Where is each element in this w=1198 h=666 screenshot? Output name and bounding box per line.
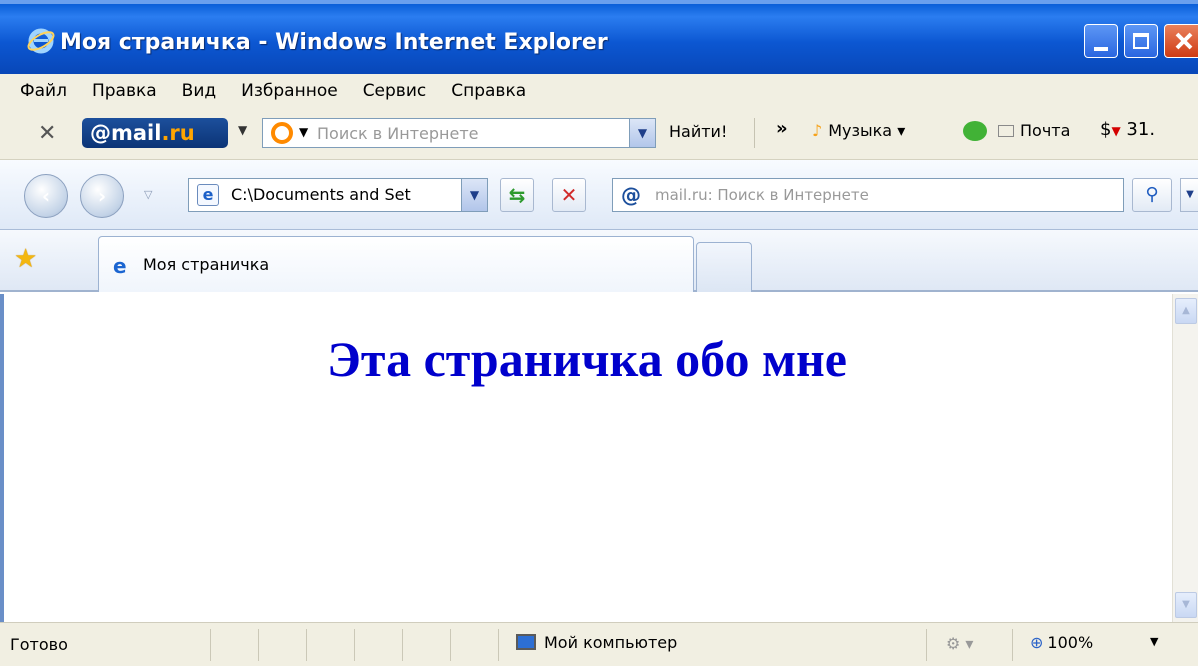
mailru-menu-dropdown-icon[interactable]: ▼ <box>238 123 247 137</box>
live-search-input[interactable]: @ mail.ru: Поиск в Интернете <box>612 178 1124 212</box>
mailru-logo-domain: .ru <box>161 121 195 145</box>
navigation-bar: ‹ › ▽ e C:\Documents and Set ▼ ⇆ ✕ @ mai… <box>0 160 1198 230</box>
recent-pages-dropdown-icon[interactable]: ▽ <box>144 188 152 201</box>
down-arrow-icon: ▼ <box>1111 124 1121 138</box>
menu-edit[interactable]: Правка <box>92 81 157 101</box>
status-divider <box>926 629 927 661</box>
mailru-logo-main: @mail <box>90 121 162 145</box>
status-divider <box>354 629 355 661</box>
menu-bar: Файл Правка Вид Избранное Сервис Справка <box>0 74 1198 108</box>
mailru-at-icon: @ <box>621 183 641 207</box>
address-input[interactable]: C:\Documents and Set <box>231 185 457 204</box>
mailru-search-placeholder: Поиск в Интернете <box>317 124 479 143</box>
envelope-icon <box>998 125 1014 137</box>
scroll-down-button[interactable]: ▼ <box>1175 592 1197 618</box>
favorites-star-icon[interactable]: ★ <box>14 244 37 274</box>
mailru-toolbar: ✕ @mail.ru ▼ ▼ Поиск в Интернете ▼ Найти… <box>0 108 1198 160</box>
music-button[interactable]: ♪ Музыка ▾ <box>812 121 905 140</box>
protected-mode-icon[interactable]: ⚙ ▾ <box>946 634 973 653</box>
search-engine-icon[interactable] <box>271 122 293 144</box>
search-icon: ⚲ <box>1145 184 1159 205</box>
forward-button[interactable]: › <box>80 174 124 218</box>
menu-view[interactable]: Вид <box>182 81 216 101</box>
address-dropdown-button[interactable]: ▼ <box>461 179 487 211</box>
music-label: Музыка ▾ <box>828 121 906 140</box>
more-buttons-chevron[interactable]: » <box>776 118 788 139</box>
refresh-button[interactable]: ⇆ <box>500 178 534 212</box>
zoom-button[interactable]: ⊕ 100% <box>1030 633 1093 652</box>
search-engine-dropdown-icon[interactable]: ▼ <box>299 125 308 139</box>
menu-help[interactable]: Справка <box>451 81 526 101</box>
tab-label: Моя страничка <box>143 255 270 274</box>
maximize-icon <box>1133 33 1149 49</box>
menu-file[interactable]: Файл <box>20 81 67 101</box>
status-divider <box>450 629 451 661</box>
tab-ie-icon: e <box>113 254 127 278</box>
tab-active[interactable]: e Моя страничка <box>98 236 694 292</box>
mailru-search-input[interactable]: ▼ Поиск в Интернете ▼ <box>262 118 656 148</box>
status-bar: Готово Мой компьютер ⚙ ▾ ⊕ 100% ▼ <box>0 622 1198 666</box>
minimize-button[interactable] <box>1084 24 1118 58</box>
music-note-icon: ♪ <box>812 121 823 140</box>
window-title: Моя страничка - Windows Internet Explore… <box>60 30 608 55</box>
agent-chat-icon[interactable] <box>963 121 987 141</box>
zone-label: Мой компьютер <box>544 633 678 652</box>
zoom-level: 100% <box>1047 633 1094 652</box>
title-bar: Моя страничка - Windows Internet Explore… <box>0 0 1198 74</box>
mail-button[interactable]: Почта <box>1020 121 1070 140</box>
page-heading: Эта страничка обо мне <box>326 331 848 387</box>
page-ie-icon: e <box>197 184 219 206</box>
new-tab-button[interactable] <box>696 242 752 292</box>
page-content: Эта страничка обо мне ▲ ▼ <box>0 294 1198 622</box>
zoom-magnifier-icon: ⊕ <box>1030 633 1044 652</box>
live-search-placeholder: mail.ru: Поиск в Интернете <box>655 186 869 204</box>
scroll-up-button[interactable]: ▲ <box>1175 298 1197 324</box>
vertical-scrollbar[interactable]: ▲ ▼ <box>1172 294 1198 622</box>
stop-icon: ✕ <box>560 183 578 207</box>
status-divider <box>306 629 307 661</box>
back-arrow-icon: ‹ <box>41 184 51 208</box>
security-zone[interactable]: Мой компьютер <box>516 633 677 652</box>
search-history-dropdown-button[interactable]: ▼ <box>629 119 655 147</box>
status-divider <box>1012 629 1013 661</box>
menu-favorites[interactable]: Избранное <box>241 81 338 101</box>
stop-button[interactable]: ✕ <box>552 178 586 212</box>
close-icon <box>1175 32 1193 50</box>
tab-row: ★ e Моя страничка <box>0 230 1198 292</box>
close-toolbar-icon[interactable]: ✕ <box>38 121 56 146</box>
status-divider <box>210 629 211 661</box>
toolbar-separator <box>754 118 755 148</box>
status-divider <box>402 629 403 661</box>
menu-tools[interactable]: Сервис <box>363 81 427 101</box>
status-divider <box>498 629 499 661</box>
search-button[interactable]: ⚲ <box>1132 178 1172 212</box>
back-button[interactable]: ‹ <box>24 174 68 218</box>
forward-arrow-icon: › <box>97 184 107 208</box>
close-window-button[interactable] <box>1164 24 1198 58</box>
zoom-dropdown-icon[interactable]: ▼ <box>1150 635 1158 648</box>
currency-value: 31. <box>1126 119 1156 140</box>
search-options-dropdown-button[interactable]: ▼ <box>1180 178 1198 212</box>
computer-icon <box>516 634 536 650</box>
status-divider <box>258 629 259 661</box>
find-button[interactable]: Найти! <box>669 122 727 141</box>
ie-logo-icon <box>27 28 55 54</box>
maximize-button[interactable] <box>1124 24 1158 58</box>
currency-button[interactable]: $▼ 31. <box>1100 119 1155 140</box>
address-bar[interactable]: e C:\Documents and Set ▼ <box>188 178 488 212</box>
mailru-logo-button[interactable]: @mail.ru <box>82 118 228 148</box>
minimize-icon <box>1094 47 1108 51</box>
status-text: Готово <box>10 635 68 654</box>
refresh-icon: ⇆ <box>508 183 526 207</box>
